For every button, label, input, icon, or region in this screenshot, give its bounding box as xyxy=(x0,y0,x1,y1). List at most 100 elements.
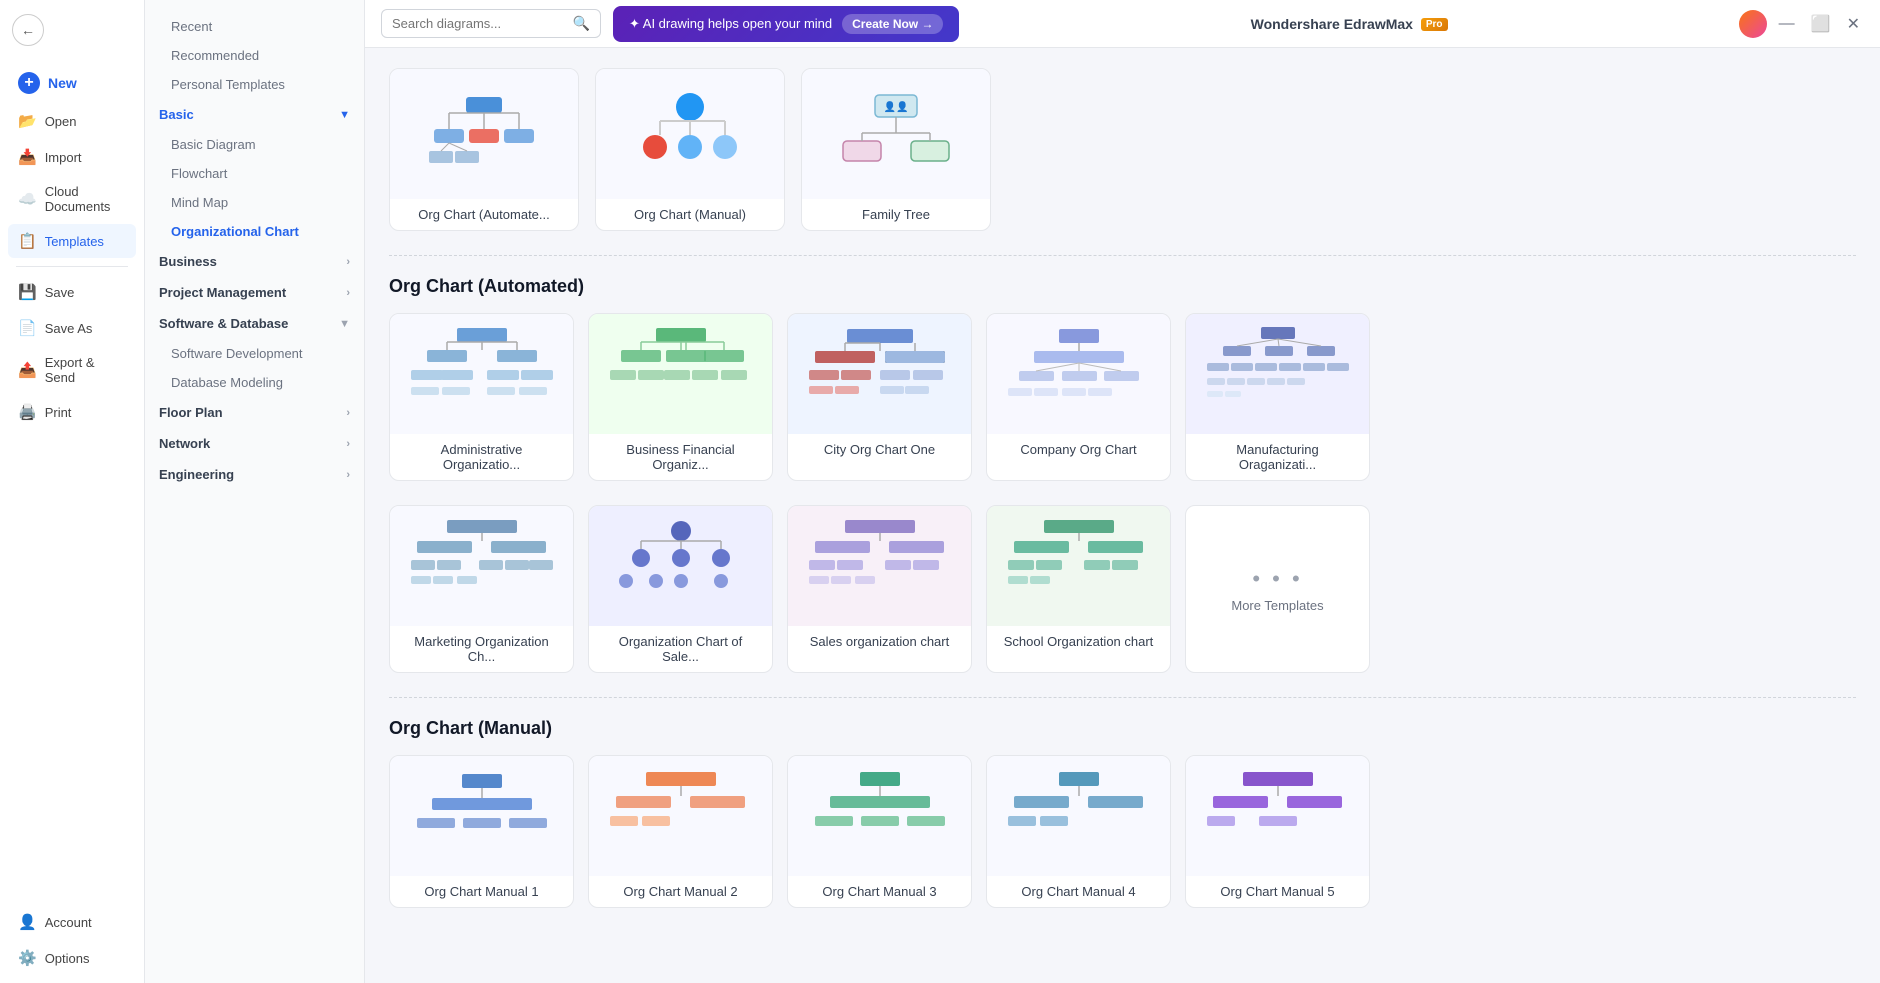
category-basic[interactable]: Basic ▼ xyxy=(145,99,364,130)
sidebar-item-open[interactable]: 📂 Open xyxy=(8,104,136,138)
card-manual-2[interactable]: Org Chart Manual 2 xyxy=(588,755,773,908)
sidebar-item-save[interactable]: 💾 Save xyxy=(8,275,136,309)
sidebar-logo: ← xyxy=(0,0,144,60)
top-cards-row: Org Chart (Automate... xyxy=(389,68,1856,231)
options-icon: ⚙️ xyxy=(18,949,37,967)
maximize-button[interactable]: ⬜ xyxy=(1807,10,1835,38)
sidebar-item-templates[interactable]: 📋 Templates xyxy=(8,224,136,258)
card-marketing-org[interactable]: Marketing Organization Ch... xyxy=(389,505,574,673)
card-img-org-chart-sales xyxy=(589,506,772,626)
category-network[interactable]: Network › xyxy=(145,428,364,459)
card-admin-org[interactable]: Administrative Organizatio... xyxy=(389,313,574,481)
export-icon: 📤 xyxy=(18,361,37,379)
save-icon: 💾 xyxy=(18,283,37,301)
card-manual-3[interactable]: Org Chart Manual 3 xyxy=(787,755,972,908)
marketing-svg xyxy=(407,516,557,616)
sidebar-bottom: 👤 Account ⚙️ Options xyxy=(0,897,144,983)
card-label-city-org: City Org Chart One xyxy=(788,434,971,465)
section-divider-1 xyxy=(389,255,1856,256)
middle-item-flowchart[interactable]: Flowchart xyxy=(151,159,358,188)
category-business-label: Business xyxy=(159,254,217,269)
manual-1-svg xyxy=(407,766,557,866)
sidebar-item-account[interactable]: 👤 Account xyxy=(8,905,136,939)
category-software[interactable]: Software & Database ▼ xyxy=(145,308,364,339)
card-city-org[interactable]: City Org Chart One xyxy=(787,313,972,481)
import-icon: 📥 xyxy=(18,148,37,166)
card-img-marketing xyxy=(390,506,573,626)
card-more-templates[interactable]: • • • More Templates xyxy=(1185,505,1370,673)
category-network-label: Network xyxy=(159,436,210,451)
card-manual-4[interactable]: Org Chart Manual 4 xyxy=(986,755,1171,908)
card-img-manual-4 xyxy=(987,756,1170,876)
card-img-family-tree: 👤👤 xyxy=(802,69,990,199)
category-floor[interactable]: Floor Plan › xyxy=(145,397,364,428)
card-biz-financial[interactable]: Business Financial Organiz... xyxy=(588,313,773,481)
card-label-manual-5: Org Chart Manual 5 xyxy=(1186,876,1369,907)
org-manual-svg xyxy=(625,89,755,179)
card-sales-org[interactable]: Sales organization chart xyxy=(787,505,972,673)
card-img-manual-3 xyxy=(788,756,971,876)
middle-item-db-modeling[interactable]: Database Modeling xyxy=(151,368,358,397)
middle-item-recommended[interactable]: Recommended xyxy=(151,41,358,70)
section-title-automated: Org Chart (Automated) xyxy=(389,276,1856,297)
card-company-org[interactable]: Company Org Chart xyxy=(986,313,1171,481)
engineering-arrow: › xyxy=(346,469,350,481)
templates-icon: 📋 xyxy=(18,232,37,250)
middle-item-orgchart[interactable]: Organizational Chart xyxy=(151,217,358,246)
category-engineering-label: Engineering xyxy=(159,467,234,482)
card-img-company-org xyxy=(987,314,1170,434)
biz-financial-svg xyxy=(606,324,756,424)
middle-item-recent[interactable]: Recent xyxy=(151,12,358,41)
category-engineering[interactable]: Engineering › xyxy=(145,459,364,490)
ai-banner[interactable]: ✦ AI drawing helps open your mind Create… xyxy=(613,6,959,42)
sidebar-item-options[interactable]: ⚙️ Options xyxy=(8,941,136,975)
card-img-sales-org xyxy=(788,506,971,626)
card-label-family-tree: Family Tree xyxy=(802,199,990,230)
card-org-auto[interactable]: Org Chart (Automate... xyxy=(389,68,579,231)
minimize-button[interactable]: — xyxy=(1775,11,1799,37)
card-manual-5[interactable]: Org Chart Manual 5 xyxy=(1185,755,1370,908)
middle-item-personal[interactable]: Personal Templates xyxy=(151,70,358,99)
card-org-manual[interactable]: Org Chart (Manual) xyxy=(595,68,785,231)
card-img-manual-5 xyxy=(1186,756,1369,876)
back-button[interactable]: ← xyxy=(12,14,44,46)
sidebar-item-new[interactable]: + New xyxy=(8,64,136,102)
manual-2-svg xyxy=(606,766,756,866)
card-label-manufacturing: Manufacturing Oraganizati... xyxy=(1186,434,1369,480)
sidebar-item-print[interactable]: 🖨️ Print xyxy=(8,395,136,429)
import-label: Import xyxy=(45,150,82,165)
network-arrow: › xyxy=(346,438,350,450)
card-label-company-org: Company Org Chart xyxy=(987,434,1170,465)
sidebar-item-cloud[interactable]: ☁️ Cloud Documents xyxy=(8,176,136,222)
open-icon: 📂 xyxy=(18,112,37,130)
sidebar-item-save-as[interactable]: 📄 Save As xyxy=(8,311,136,345)
search-input[interactable] xyxy=(392,16,567,31)
card-manual-1[interactable]: Org Chart Manual 1 xyxy=(389,755,574,908)
card-label-org-chart-sales: Organization Chart of Sale... xyxy=(589,626,772,672)
card-manufacturing[interactable]: Manufacturing Oraganizati... xyxy=(1185,313,1370,481)
family-tree-svg: 👤👤 xyxy=(831,89,961,179)
topbar: 🔍 ✦ AI drawing helps open your mind Crea… xyxy=(365,0,1880,48)
close-button[interactable]: ✕ xyxy=(1843,10,1864,38)
export-label: Export & Send xyxy=(45,355,126,385)
sidebar-item-export[interactable]: 📤 Export & Send xyxy=(8,347,136,393)
category-project[interactable]: Project Management › xyxy=(145,277,364,308)
sidebar-nav: + New 📂 Open 📥 Import ☁️ Cloud Documents… xyxy=(0,60,144,433)
category-business[interactable]: Business › xyxy=(145,246,364,277)
search-bar[interactable]: 🔍 xyxy=(381,9,601,38)
middle-item-mindmap[interactable]: Mind Map xyxy=(151,188,358,217)
card-family-tree[interactable]: 👤👤 Family Tree xyxy=(801,68,991,231)
middle-item-basic-diagram[interactable]: Basic Diagram xyxy=(151,130,358,159)
card-label-biz-financial: Business Financial Organiz... xyxy=(589,434,772,480)
app-title: Wondershare EdrawMax Pro xyxy=(971,16,1726,32)
business-arrow: › xyxy=(346,256,350,268)
topbar-actions: — ⬜ ✕ xyxy=(1739,10,1864,38)
card-school-org[interactable]: School Organization chart xyxy=(986,505,1171,673)
middle-item-software-dev[interactable]: Software Development xyxy=(151,339,358,368)
template-grid-automated-row2: Marketing Organization Ch... xyxy=(389,505,1856,673)
create-now-button[interactable]: Create Now → xyxy=(842,14,943,34)
card-org-chart-sales[interactable]: Organization Chart of Sale... xyxy=(588,505,773,673)
user-avatar[interactable] xyxy=(1739,10,1767,38)
sidebar-item-import[interactable]: 📥 Import xyxy=(8,140,136,174)
more-templates-label: More Templates xyxy=(1231,598,1323,613)
